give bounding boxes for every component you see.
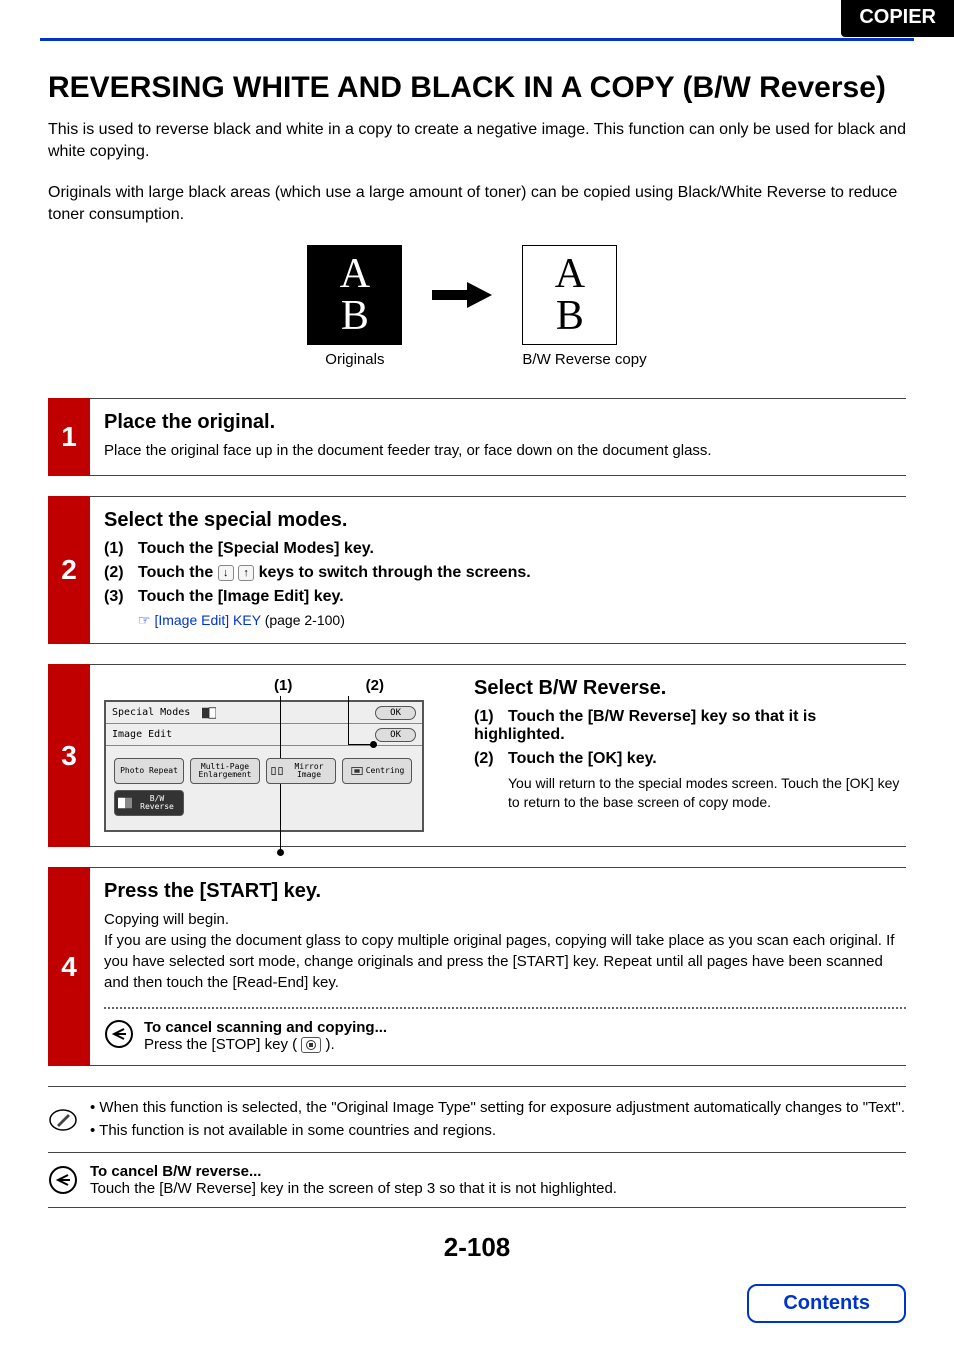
step-2-title: Select the special modes.	[104, 509, 906, 532]
bw-reverse-icon	[118, 797, 132, 809]
reversed-sample: A B	[522, 245, 617, 345]
step-number: 4	[48, 867, 90, 1066]
centring-icon	[350, 765, 364, 777]
centring-button[interactable]: Centring	[342, 758, 412, 784]
stop-key-icon	[301, 1037, 321, 1053]
bw-reverse-button[interactable]: B/W Reverse	[114, 790, 184, 816]
panel-image-edit-label: Image Edit	[112, 729, 202, 740]
step-number: 2	[48, 496, 90, 644]
touch-panel: Special Modes OK Image Edit OK Photo Rep…	[104, 700, 424, 832]
step-1-desc: Place the original face up in the docume…	[104, 440, 906, 461]
step-2: 2 Select the special modes. (1)Touch the…	[48, 496, 906, 644]
step-3-item-2-body: You will return to the special modes scr…	[508, 774, 906, 812]
mirror-image-button[interactable]: Mirror Image	[266, 758, 336, 784]
step-number: 1	[48, 398, 90, 476]
dotted-separator	[104, 1007, 906, 1009]
multi-page-enlargement-button[interactable]: Multi-Page Enlargement	[190, 758, 260, 784]
step-4-desc-1: Copying will begin.	[104, 909, 906, 930]
image-edit-key-link[interactable]: ☞ [Image Edit] KEY (page 2-100)	[138, 612, 906, 629]
step-1: 1 Place the original. Place the original…	[48, 398, 906, 476]
callout-1-label: (1)	[274, 677, 292, 694]
step-3: 3 (1) (2) Special Modes	[48, 664, 906, 847]
cancel-bw-body: Touch the [B/W Reverse] key in the scree…	[90, 1180, 617, 1197]
panel-ok-button[interactable]: OK	[375, 728, 416, 742]
bw-reverse-mini-icon	[202, 707, 216, 719]
section-tab: COPIER	[841, 0, 954, 37]
callout-2-label: (2)	[366, 677, 384, 694]
step-4-title: Press the [START] key.	[104, 880, 906, 903]
cancel-scan-title: To cancel scanning and copying...	[144, 1019, 387, 1036]
step-1-title: Place the original.	[104, 411, 906, 434]
intro-paragraph-1: This is used to reverse black and white …	[48, 119, 906, 162]
reversed-caption: B/W Reverse copy	[522, 351, 646, 368]
page-title: REVERSING WHITE AND BLACK IN A COPY (B/W…	[48, 71, 906, 105]
step-3-item-2: (2)Touch the [OK] key.	[474, 750, 906, 768]
step-3-title: Select B/W Reverse.	[474, 677, 906, 700]
note-1: When this function is selected, the "Ori…	[90, 1097, 905, 1120]
note-2: This function is not available in some c…	[90, 1120, 905, 1143]
cancel-scan-body: Press the [STOP] key ( ).	[144, 1036, 387, 1053]
contents-button[interactable]: Contents	[747, 1284, 906, 1323]
notes-box: When this function is selected, the "Ori…	[48, 1086, 906, 1153]
intro-paragraph-2: Originals with large black areas (which …	[48, 182, 906, 225]
arrow-icon	[432, 245, 492, 345]
mirror-icon	[270, 765, 284, 777]
step-4-desc-2: If you are using the document glass to c…	[104, 930, 906, 993]
cancel-bw-box: To cancel B/W reverse... Touch the [B/W …	[48, 1153, 906, 1208]
panel-ok-top[interactable]: OK	[375, 706, 416, 720]
note-pencil-icon	[48, 1105, 78, 1135]
step-2-item-1: (1)Touch the [Special Modes] key.	[104, 540, 906, 558]
page-number: 2-108	[0, 1232, 954, 1263]
up-key-icon: ↑	[238, 565, 254, 581]
step-2-item-3: (3)Touch the [Image Edit] key.	[104, 588, 906, 606]
step-2-item-2: (2)Touch the ↓ ↑ keys to switch through …	[104, 564, 906, 582]
down-key-icon: ↓	[218, 565, 234, 581]
original-sample: A B	[307, 245, 402, 345]
cancel-back-icon	[104, 1019, 134, 1049]
cancel-back-icon	[48, 1165, 78, 1195]
step-3-item-1: (1)Touch the [B/W Reverse] key so that i…	[474, 708, 906, 744]
step-4: 4 Press the [START] key. Copying will be…	[48, 867, 906, 1066]
illustration: A B Originals A B B/W Reverse copy	[48, 245, 906, 368]
cancel-bw-title: To cancel B/W reverse...	[90, 1163, 617, 1180]
step-number: 3	[48, 664, 90, 847]
photo-repeat-button[interactable]: Photo Repeat	[114, 758, 184, 784]
panel-special-modes-label: Special Modes	[112, 707, 202, 718]
original-caption: Originals	[307, 351, 402, 368]
